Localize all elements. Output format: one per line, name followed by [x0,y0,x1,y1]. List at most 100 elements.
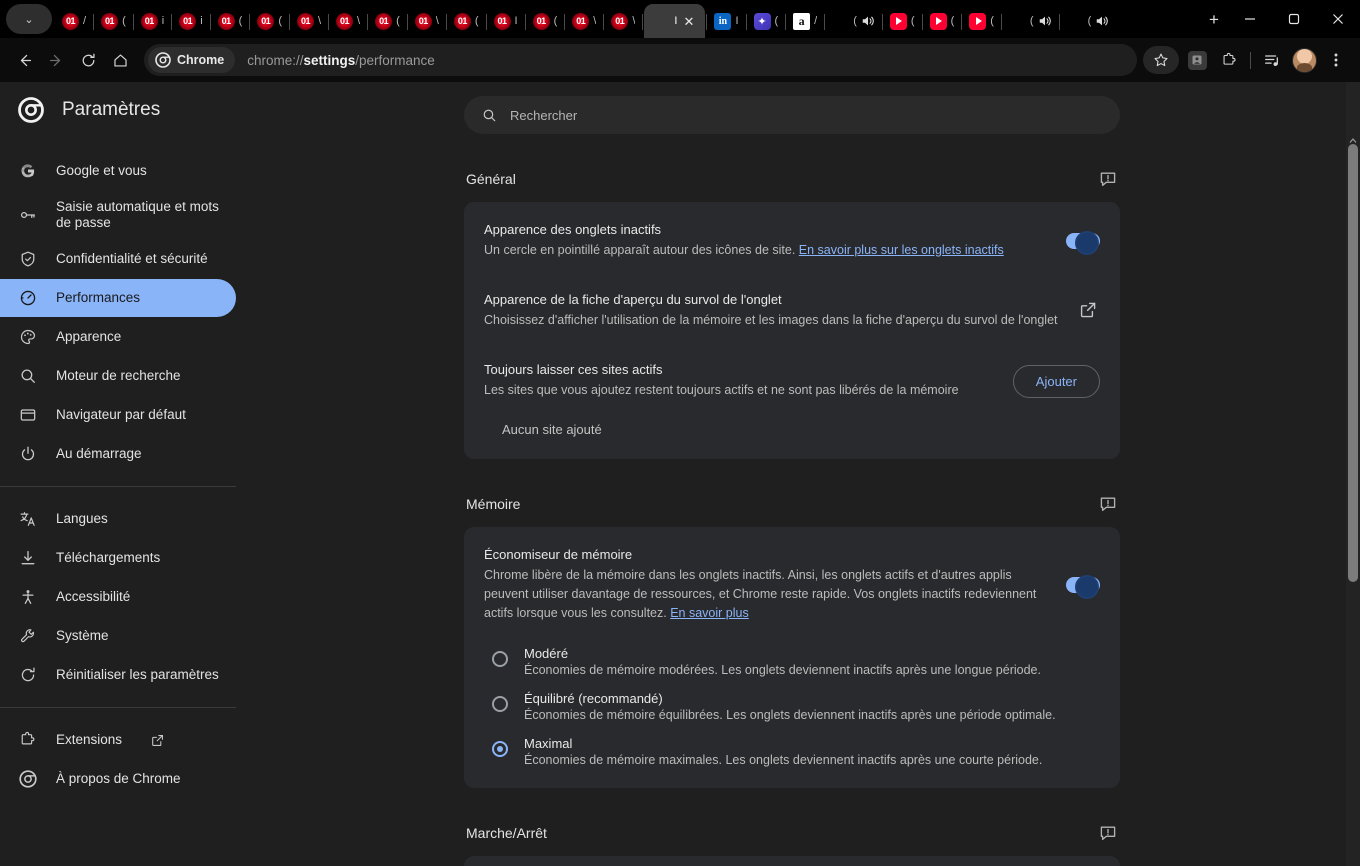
tab-title: ( [122,15,126,27]
profile-button[interactable] [1288,44,1320,76]
scrollbar-thumb[interactable] [1348,144,1358,582]
chrome-chip-label: Chrome [177,53,225,67]
tab[interactable]: 01 \ [566,4,602,38]
tab[interactable]: ( [826,4,881,38]
maximize-button[interactable] [1272,3,1316,35]
tab[interactable]: 01( [448,4,485,38]
download-icon [18,548,38,568]
reload-button[interactable] [72,44,104,76]
tab[interactable]: ( [884,4,921,38]
learn-more-link[interactable]: En savoir plus [670,606,749,620]
radio-button[interactable] [492,741,508,757]
radio-option[interactable]: Modéré Économies de mémoire modérées. Les… [464,639,1120,684]
sidebar-item-google-et-vous[interactable]: Google et vous [0,152,236,190]
tab[interactable]: in I [708,4,744,38]
search-input[interactable]: Rechercher [464,96,1120,134]
sidebar-item-saisie-automatique-et-mots-de-passe[interactable]: Saisie automatique et mots de passe [0,191,236,239]
tab[interactable]: a / [787,4,823,38]
tab[interactable]: 01( [95,4,132,38]
tab-separator [209,14,211,30]
new-tab-button[interactable]: + [1200,6,1228,34]
scroll-up-arrow[interactable] [1349,132,1357,143]
tab[interactable]: 01( [212,4,249,38]
sidebar-item-extensions[interactable]: Extensions [0,721,236,759]
tab[interactable]: 01( [527,4,564,38]
chrome-menu-button[interactable] [1320,44,1352,76]
tab-separator [603,14,605,30]
close-tab-button[interactable]: ✕ [681,14,696,29]
sidebar-item-moteur-de-recherche[interactable]: Moteur de recherche [0,357,236,395]
radio-option[interactable]: Équilibré (recommandé) Économies de mémoi… [464,684,1120,729]
back-button[interactable] [8,44,40,76]
tab[interactable]: 01 \ [330,4,366,38]
tab[interactable]: ( [1061,4,1116,38]
tab[interactable]: 01 i [135,4,170,38]
settings-card: Économiseur de mémoire Chrome libère de l… [464,527,1120,788]
tab-title: / [814,15,818,27]
radio-button[interactable] [492,696,508,712]
forward-button[interactable] [40,44,72,76]
sidebar-item-au-d-marrage[interactable]: Au démarrage [0,435,236,473]
tab[interactable]: ✦( [748,4,785,38]
tab-separator [745,14,747,30]
chrome-origin-chip[interactable]: Chrome [148,47,236,73]
active-tab[interactable]: I ✕ [644,4,706,38]
tab[interactable]: 01( [251,4,288,38]
radio-text: Équilibré (recommandé) Économies de mémoi… [524,691,1056,722]
minimize-button[interactable] [1228,3,1272,35]
sidebar-item-label: Navigateur par défaut [56,407,186,423]
close-window-button[interactable] [1316,3,1360,35]
open-in-new-button[interactable] [1078,300,1100,322]
address-bar[interactable]: Chrome chrome://settings/performance [144,44,1137,76]
sidebar-item-syst-me[interactable]: Système [0,617,236,655]
tab[interactable]: ( [924,4,961,38]
numbered-01-favicon: 01 [296,12,314,30]
tab[interactable]: 01 I [488,4,524,38]
tab-audio-icon[interactable] [861,14,875,28]
feedback-icon[interactable] [1098,169,1118,189]
sidebar-item-performances[interactable]: Performances [0,279,236,317]
sidebar-item-apparence[interactable]: Apparence [0,318,236,356]
extensions-menu-button[interactable] [1213,44,1245,76]
chrome-logo-icon [18,769,38,789]
toggle-switch[interactable] [1066,575,1100,599]
add-site-button[interactable]: Ajouter [1012,364,1100,398]
settings-row-description: Les sites que vous ajoutez restent toujo… [484,381,997,400]
radio-option[interactable]: Maximal Économies de mémoire maximales. L… [464,729,1120,774]
page-scrollbar[interactable] [1346,82,1360,866]
section-header: Marche/Arrêt [464,810,1120,856]
bookmark-button[interactable] [1143,46,1179,74]
sidebar-item-r-initialiser-les-param-tres[interactable]: Réinitialiser les paramètres [0,656,236,694]
tab[interactable]: 01 \ [605,4,641,38]
tab[interactable]: 01 \ [409,4,445,38]
sidebar-item-t-l-chargements[interactable]: Téléchargements [0,539,236,577]
feedback-icon[interactable] [1098,823,1118,843]
numbered-01-favicon: 01 [414,12,432,30]
sidebar-item-langues[interactable]: Langues [0,500,236,538]
tab[interactable]: ( [963,4,1000,38]
tab-separator [524,14,526,30]
extension-action-button[interactable] [1181,44,1213,76]
tab-search-button[interactable]: ⌄ [6,4,52,34]
sidebar-item-propos-de-chrome[interactable]: À propos de Chrome [0,760,236,798]
learn-more-link[interactable]: En savoir plus sur les onglets inactifs [799,243,1004,257]
tab[interactable]: 01( [369,4,406,38]
tab[interactable]: 01 i [173,4,208,38]
feedback-icon[interactable] [1098,494,1118,514]
tab[interactable]: ( [1003,4,1058,38]
radio-button[interactable] [492,651,508,667]
toggle-switch[interactable] [1066,231,1100,255]
page-title: Paramètres [62,99,161,120]
settings-row: Toujours laisser ces sites actifs Les sit… [464,346,1120,416]
tab[interactable]: 01 / [56,4,92,38]
tab-audio-icon[interactable] [1038,14,1052,28]
numbered-01-favicon: 01 [179,12,197,30]
media-list-button[interactable] [1256,44,1288,76]
sidebar-item-navigateur-par-d-faut[interactable]: Navigateur par défaut [0,396,236,434]
tab-audio-icon[interactable] [1095,14,1109,28]
sidebar-item-confidentialit-et-s-curit[interactable]: Confidentialité et sécurité [0,240,236,278]
tab[interactable]: 01 \ [291,4,327,38]
settings-card: Économiseur d'énergieChrome préserve l'a… [464,856,1120,866]
sidebar-item-accessibilit[interactable]: Accessibilité [0,578,236,616]
home-button[interactable] [104,44,136,76]
